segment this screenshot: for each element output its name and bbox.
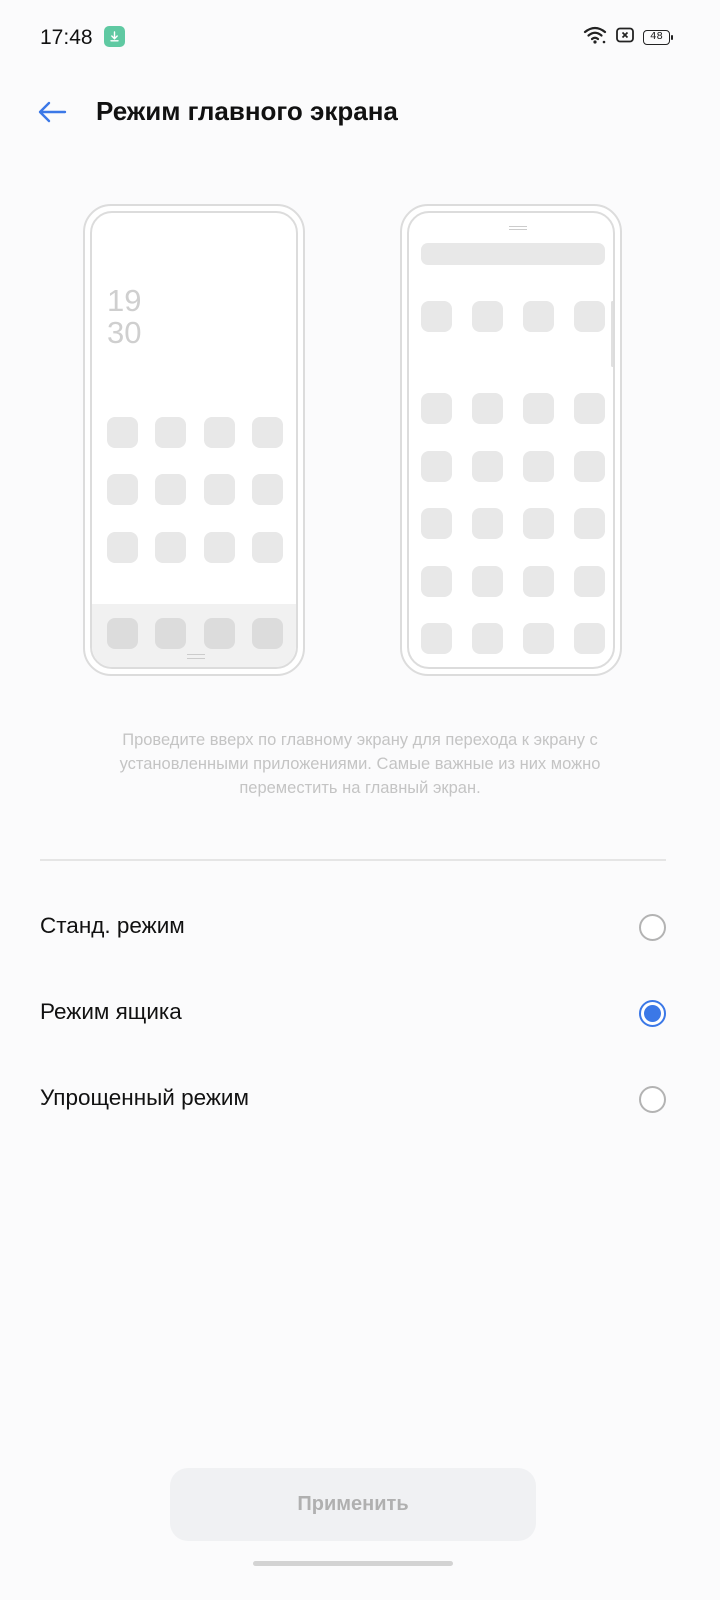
preview-clock-hours: 19 [107,283,142,318]
app-icon-placeholder [472,451,503,482]
dock-icon-placeholder [252,618,283,649]
preview-clock-minutes: 30 [107,315,142,350]
back-arrow-icon [38,101,67,123]
app-icon-placeholder [472,301,503,332]
phone-screen [407,211,615,669]
app-icon-placeholder [472,508,503,539]
app-icon-placeholder [107,417,138,448]
mode-description: Проведите вверх по главному экрану для п… [119,731,601,797]
app-icon-placeholder [107,532,138,563]
sim-icon [616,27,634,48]
app-icon-placeholder [523,301,554,332]
app-icon-placeholder [155,474,186,505]
app-icon-placeholder [252,532,283,563]
drawer-mode-preview [400,204,622,676]
app-icon-placeholder [523,623,554,654]
app-icon-placeholder [421,393,452,424]
app-icon-placeholder [472,566,503,597]
app-icon-placeholder [204,532,235,563]
app-icon-placeholder [155,417,186,448]
app-icon-placeholder [155,532,186,563]
app-icon-placeholder [523,451,554,482]
app-icon-placeholder [523,393,554,424]
battery-icon: 48 [643,29,673,45]
option-label: Режим ящика [40,999,182,1024]
wifi-icon [583,25,607,50]
app-icon-placeholder [204,417,235,448]
dock-icon-placeholder [155,618,186,649]
option-standard-mode[interactable]: Станд. режим [0,887,720,967]
app-icon-placeholder [204,474,235,505]
option-label: Упрощенный режим [40,1085,249,1110]
app-icon-placeholder [472,623,503,654]
page-title: Режим главного экрана [96,96,398,126]
status-bar: 17:48 48 [0,0,720,76]
app-icon-placeholder [252,474,283,505]
app-icon-placeholder [472,393,503,424]
app-icon-placeholder [107,474,138,505]
standard-mode-preview: 19 30 [83,204,305,676]
option-simple-mode[interactable]: Упрощенный режим [0,1059,720,1139]
app-icon-placeholder [421,623,452,654]
app-icon-placeholder [421,566,452,597]
apply-button[interactable]: Применить [170,1468,536,1541]
app-icon-placeholder [574,566,605,597]
app-icon-placeholder [421,508,452,539]
app-icon-placeholder [574,301,605,332]
option-label: Станд. режим [40,913,185,938]
dock-icon-placeholder [204,618,235,649]
dock-icon-placeholder [107,618,138,649]
download-icon [104,26,125,47]
preview-clock: 19 30 [107,285,141,349]
app-icon-placeholder [523,508,554,539]
app-icon-placeholder [574,623,605,654]
radio-drawer-mode[interactable] [639,1000,666,1027]
app-icon-placeholder [252,417,283,448]
status-icons: 48 [583,25,673,50]
app-icon-placeholder [574,451,605,482]
app-icon-placeholder [574,508,605,539]
app-icon-placeholder [421,451,452,482]
preview-search-bar [421,243,605,265]
preview-home-handle [187,654,205,659]
app-icon-placeholder [523,566,554,597]
screen: 17:48 48 Режим главного экрана 19 30 Про… [0,0,720,1600]
preview-drawer-handle [509,226,527,230]
radio-simple-mode[interactable] [639,1086,666,1113]
navigation-gesture-bar[interactable] [253,1561,453,1566]
divider [40,859,666,861]
back-button[interactable] [32,92,72,132]
option-drawer-mode[interactable]: Режим ящика [0,973,720,1053]
app-icon-placeholder [574,393,605,424]
status-time: 17:48 [40,26,93,49]
preview-dock [92,604,296,667]
app-icon-placeholder [421,301,452,332]
radio-standard-mode[interactable] [639,914,666,941]
preview-scrollbar [611,301,613,367]
phone-screen: 19 30 [90,211,298,669]
